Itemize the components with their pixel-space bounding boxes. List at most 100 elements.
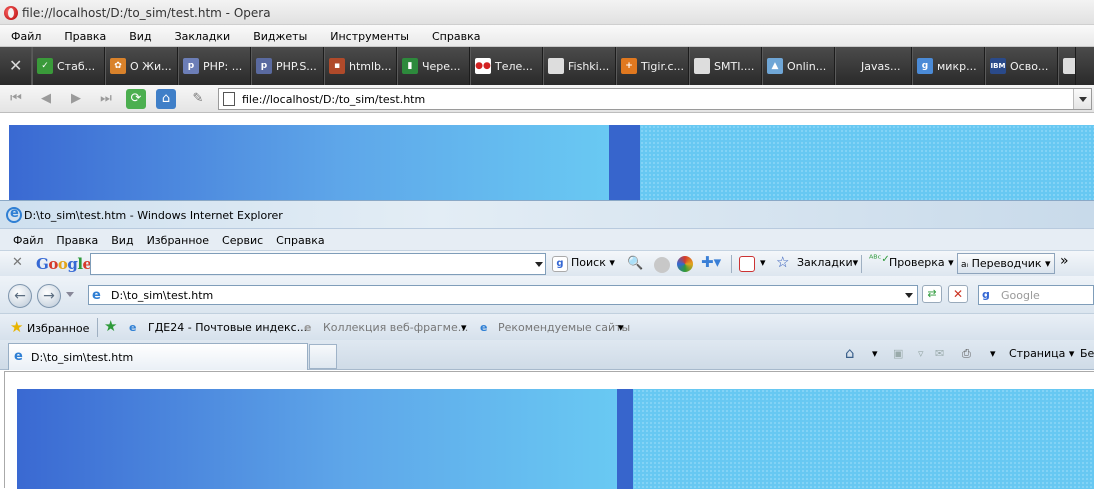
favorite-item[interactable]: Рекомендуемые сайты [498,321,630,334]
opera-title-bar: file://localhost/D:/to_sim/test.htm - Op… [0,0,1094,25]
menu-help[interactable]: Справка [421,25,480,46]
chevron-down-icon[interactable]: ▾ [618,321,624,334]
chevron-down-icon[interactable]: ▾ [461,321,467,334]
bookmark-item[interactable]: ▮ Чере... [397,47,470,85]
menu-bookmarks[interactable]: Закладки [164,25,231,46]
favorite-item[interactable]: ГДЕ24 - Почтовые индекс... [148,321,307,334]
fast-forward-icon[interactable]: ⏭ [96,89,116,109]
rewind-icon[interactable]: ⏮ [6,89,26,109]
window-title: D:\to_sim\test.htm - Windows Internet Ex… [24,209,283,222]
bookmark-item[interactable]: ▪ htmlb... [324,47,397,85]
bookmark-item[interactable]: ✿ О Жи... [105,47,178,85]
back-button[interactable]: ← [8,284,32,308]
spellcheck-button[interactable]: Проверка ▾ [889,256,954,269]
star-icon: ☆ [776,253,790,271]
ie-search-box[interactable]: g Google [978,285,1094,305]
bookmark-item[interactable]: IBM Осво... [985,47,1058,85]
bars-icon: ▮ [402,58,418,74]
triangle-icon: ▲ [767,58,783,74]
favorites-button[interactable]: ★ Избранное [10,318,89,336]
bookmark-item[interactable]: ●● Теле... [470,47,543,85]
favorite-item[interactable]: Коллекция веб-фрагме... [323,321,468,334]
plus-icon[interactable]: ✚▾ [701,253,721,271]
popup-dropdown[interactable]: ▾ [760,256,766,269]
menu-edit[interactable]: Правка [53,25,106,46]
bookmarks-button[interactable]: Закладки▾ [797,256,858,269]
blue-bar [609,125,640,205]
bookmark-item[interactable] [1058,47,1076,85]
bookmark-item[interactable]: Fishki... [543,47,616,85]
tab-active[interactable]: e D:\to_sim\test.htm [8,343,308,370]
chevron-down-icon[interactable]: ▾ [990,347,996,360]
safety-menu-button[interactable]: Бе [1080,347,1094,360]
chevron-down-icon[interactable] [66,292,74,297]
mail-icon[interactable]: ✉ [935,347,944,360]
address-text[interactable]: D:\to_sim\test.htm [111,289,213,302]
bookmark-item[interactable]: Javas... [835,47,912,85]
bookmark-item[interactable]: p PHP.S... [251,47,324,85]
forward-icon[interactable]: ▶ [66,89,86,109]
search-button[interactable]: Поиск ▾ [571,256,615,269]
address-text[interactable]: file://localhost/D:/to_sim/test.htm [242,93,425,106]
gear-icon: ✿ [110,58,126,74]
stop-icon[interactable]: ✕ [948,285,968,303]
favorites-bar: ★ Избранное ★ e ГДЕ24 - Почтовые индекс.… [0,313,1094,340]
menu-tools[interactable]: Сервис [209,229,263,250]
menu-favorites[interactable]: Избранное [134,229,209,250]
print-icon[interactable]: ⎙ [962,347,971,361]
chevron-down-icon[interactable] [905,293,913,298]
checkmark-icon: ✓ [37,58,53,74]
translate-icon: aᵢ [961,260,969,270]
add-favorite-icon[interactable]: ★ [104,317,117,335]
new-tab-button[interactable] [309,344,337,369]
forward-button[interactable]: → [37,284,61,308]
gradient-block [9,125,609,205]
address-bar[interactable]: file://localhost/D:/to_sim/test.htm [218,88,1092,110]
menu-edit[interactable]: Правка [43,229,98,250]
bookmark-item[interactable]: ▲ Onlin... [762,47,835,85]
chevron-down-icon[interactable]: ▿ [918,347,924,360]
more-button[interactable]: » [1060,253,1069,269]
translate-button[interactable]: aᵢ Переводчик ▾ [957,253,1055,274]
google-logo: Google [36,255,92,273]
search-placeholder: Google [1001,289,1040,302]
ie-address-bar[interactable]: e D:\to_sim\test.htm [88,285,918,305]
edit-icon[interactable]: ✎ [188,89,208,109]
home-icon[interactable]: ⌂ [845,344,855,362]
menu-widgets[interactable]: Виджеты [242,25,307,46]
share-icon[interactable] [677,256,693,272]
menu-file[interactable]: Файл [0,25,41,46]
menu-view[interactable]: Вид [98,229,133,250]
close-icon[interactable]: ✕ [12,255,23,270]
tools-icon[interactable] [0,47,32,85]
google-search-input[interactable] [90,253,546,275]
menu-tools[interactable]: Инструменты [319,25,409,46]
bookmark-item[interactable]: g микр... [912,47,985,85]
menu-help[interactable]: Справка [263,229,324,250]
ie-page-icon: e [480,321,488,334]
google-icon: g [552,256,568,272]
bookmark-item[interactable]: SMTI.... [689,47,762,85]
refresh-icon[interactable]: ⇄ [922,285,942,303]
chevron-down-icon[interactable] [1073,89,1091,109]
page-menu-button[interactable]: Страница ▾ [1009,347,1074,360]
menu-file[interactable]: Файл [0,229,43,250]
bookmark-item[interactable]: + Tigir.c... [616,47,689,85]
page-icon [548,58,564,74]
opera-page-content [0,113,1094,205]
chevron-down-icon[interactable] [535,262,543,267]
rss-icon[interactable]: ▣ [893,347,903,360]
chevron-down-icon[interactable]: ▾ [872,347,878,360]
block-icon[interactable] [654,257,670,273]
home-icon[interactable]: ⌂ [156,89,176,109]
menu-view[interactable]: Вид [118,25,151,46]
back-icon[interactable]: ◀ [36,89,56,109]
popup-blocker-icon[interactable] [739,256,755,272]
reload-icon[interactable]: ⟳ [126,89,146,109]
bookmark-item[interactable]: ✓ Стаб... [32,47,105,85]
bookmark-item[interactable]: p PHP: ... [178,47,251,85]
google-icon: g [917,58,933,74]
ie-page-icon: e [129,321,137,334]
tab-bar: e D:\to_sim\test.htm ⌂ ▾ ▣ ▿ ✉ ⎙ ▾ Стран… [0,340,1094,370]
zoom-icon[interactable]: 🔍 [627,256,643,272]
